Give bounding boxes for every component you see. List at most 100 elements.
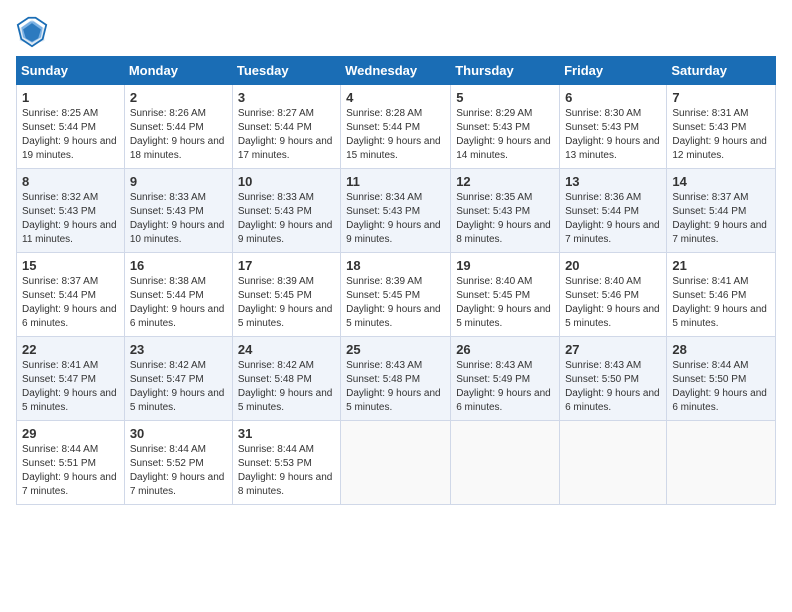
calendar-cell: 25Sunrise: 8:43 AMSunset: 5:48 PMDayligh…: [341, 337, 451, 421]
day-number: 29: [22, 426, 119, 441]
day-detail: Sunrise: 8:32 AMSunset: 5:43 PMDaylight:…: [22, 191, 119, 247]
day-number: 14: [672, 174, 770, 189]
day-detail: Sunrise: 8:36 AMSunset: 5:44 PMDaylight:…: [565, 191, 661, 247]
day-number: 11: [346, 174, 445, 189]
day-number: 9: [130, 174, 227, 189]
calendar-cell: 11 Sunrise: 8:34 AMSunset: 5:43 PMDayligh…: [341, 169, 451, 253]
calendar-cell: 29 Sunrise: 8:44 AMSunset: 5:51 PMDayligh…: [17, 421, 125, 505]
calendar-cell: 8 Sunrise: 8:32 AMSunset: 5:43 PMDaylight…: [17, 169, 125, 253]
day-detail: Sunrise: 8:35 AMSunset: 5:43 PMDaylight:…: [456, 191, 554, 247]
day-detail: Sunrise: 8:37 AMSunset: 5:44 PMDaylight:…: [22, 275, 119, 331]
calendar-cell: 5 Sunrise: 8:29 AMSunset: 5:43 PMDaylight…: [451, 85, 560, 169]
day-detail: Sunrise: 8:34 AMSunset: 5:43 PMDaylight:…: [346, 191, 445, 247]
day-detail: Sunrise: 8:37 AMSunset: 5:44 PMDaylight:…: [672, 191, 770, 247]
day-number: 3: [238, 90, 335, 105]
day-detail: Sunrise: 8:42 AMSunset: 5:48 PMDaylight:…: [238, 359, 335, 415]
day-number: 8: [22, 174, 119, 189]
calendar-cell: 21Sunrise: 8:41 AMSunset: 5:46 PMDayligh…: [667, 253, 776, 337]
day-detail: Sunrise: 8:41 AMSunset: 5:47 PMDaylight:…: [22, 359, 119, 415]
day-detail: Sunrise: 8:31 AMSunset: 5:43 PMDaylight:…: [672, 107, 770, 163]
day-number: 5: [456, 90, 554, 105]
day-detail: Sunrise: 8:44 AMSunset: 5:52 PMDaylight:…: [130, 443, 227, 499]
calendar-cell: 9 Sunrise: 8:33 AMSunset: 5:43 PMDaylight…: [124, 169, 232, 253]
calendar-cell: 23 Sunrise: 8:42 AMSunset: 5:47 PMDayligh…: [124, 337, 232, 421]
calendar-table: SundayMondayTuesdayWednesdayThursdayFrid…: [16, 56, 776, 505]
day-number: 31: [238, 426, 335, 441]
calendar-cell: 30 Sunrise: 8:44 AMSunset: 5:52 PMDayligh…: [124, 421, 232, 505]
calendar-cell: 18 Sunrise: 8:39 AMSunset: 5:45 PMDayligh…: [341, 253, 451, 337]
calendar-week-row: 15 Sunrise: 8:37 AMSunset: 5:44 PMDayligh…: [17, 253, 776, 337]
day-header-wednesday: Wednesday: [341, 57, 451, 85]
calendar-cell: 15 Sunrise: 8:37 AMSunset: 5:44 PMDayligh…: [17, 253, 125, 337]
day-detail: Sunrise: 8:40 AMSunset: 5:45 PMDaylight:…: [456, 275, 554, 331]
calendar-cell: 4 Sunrise: 8:28 AMSunset: 5:44 PMDaylight…: [341, 85, 451, 169]
day-number: 30: [130, 426, 227, 441]
day-number: 10: [238, 174, 335, 189]
day-number: 15: [22, 258, 119, 273]
day-detail: Sunrise: 8:28 AMSunset: 5:44 PMDaylight:…: [346, 107, 445, 163]
day-number: 21: [672, 258, 770, 273]
day-detail: Sunrise: 8:26 AMSunset: 5:44 PMDaylight:…: [130, 107, 227, 163]
calendar-cell: 13 Sunrise: 8:36 AMSunset: 5:44 PMDayligh…: [560, 169, 667, 253]
day-detail: Sunrise: 8:30 AMSunset: 5:43 PMDaylight:…: [565, 107, 661, 163]
day-header-sunday: Sunday: [17, 57, 125, 85]
day-detail: Sunrise: 8:39 AMSunset: 5:45 PMDaylight:…: [238, 275, 335, 331]
day-detail: Sunrise: 8:38 AMSunset: 5:44 PMDaylight:…: [130, 275, 227, 331]
logo: [16, 16, 52, 48]
day-number: 13: [565, 174, 661, 189]
calendar-week-row: 8 Sunrise: 8:32 AMSunset: 5:43 PMDaylight…: [17, 169, 776, 253]
calendar-cell: 17 Sunrise: 8:39 AMSunset: 5:45 PMDayligh…: [232, 253, 340, 337]
day-detail: Sunrise: 8:33 AMSunset: 5:43 PMDaylight:…: [130, 191, 227, 247]
day-detail: Sunrise: 8:44 AMSunset: 5:51 PMDaylight:…: [22, 443, 119, 499]
day-header-friday: Friday: [560, 57, 667, 85]
calendar-cell: [667, 421, 776, 505]
day-number: 18: [346, 258, 445, 273]
day-number: 25: [346, 342, 445, 357]
day-number: 20: [565, 258, 661, 273]
day-number: 17: [238, 258, 335, 273]
day-detail: Sunrise: 8:44 AMSunset: 5:53 PMDaylight:…: [238, 443, 335, 499]
day-number: 26: [456, 342, 554, 357]
calendar-cell: 1Sunrise: 8:25 AMSunset: 5:44 PMDaylight…: [17, 85, 125, 169]
day-detail: Sunrise: 8:33 AMSunset: 5:43 PMDaylight:…: [238, 191, 335, 247]
calendar-week-row: 29 Sunrise: 8:44 AMSunset: 5:51 PMDayligh…: [17, 421, 776, 505]
page-header: [16, 16, 776, 48]
day-detail: Sunrise: 8:43 AMSunset: 5:50 PMDaylight:…: [565, 359, 661, 415]
day-detail: Sunrise: 8:43 AMSunset: 5:49 PMDaylight:…: [456, 359, 554, 415]
day-detail: Sunrise: 8:29 AMSunset: 5:43 PMDaylight:…: [456, 107, 554, 163]
day-header-thursday: Thursday: [451, 57, 560, 85]
calendar-cell: [451, 421, 560, 505]
calendar-cell: 24 Sunrise: 8:42 AMSunset: 5:48 PMDayligh…: [232, 337, 340, 421]
calendar-cell: 3 Sunrise: 8:27 AMSunset: 5:44 PMDaylight…: [232, 85, 340, 169]
day-number: 27: [565, 342, 661, 357]
day-number: 22: [22, 342, 119, 357]
calendar-cell: 12 Sunrise: 8:35 AMSunset: 5:43 PMDayligh…: [451, 169, 560, 253]
day-number: 16: [130, 258, 227, 273]
day-number: 4: [346, 90, 445, 105]
day-detail: Sunrise: 8:39 AMSunset: 5:45 PMDaylight:…: [346, 275, 445, 331]
calendar-cell: [341, 421, 451, 505]
day-detail: Sunrise: 8:27 AMSunset: 5:44 PMDaylight:…: [238, 107, 335, 163]
day-detail: Sunrise: 8:42 AMSunset: 5:47 PMDaylight:…: [130, 359, 227, 415]
calendar-cell: 7 Sunrise: 8:31 AMSunset: 5:43 PMDaylight…: [667, 85, 776, 169]
calendar-cell: 6 Sunrise: 8:30 AMSunset: 5:43 PMDaylight…: [560, 85, 667, 169]
day-header-saturday: Saturday: [667, 57, 776, 85]
day-header-tuesday: Tuesday: [232, 57, 340, 85]
day-detail: Sunrise: 8:40 AMSunset: 5:46 PMDaylight:…: [565, 275, 661, 331]
day-detail: Sunrise: 8:25 AMSunset: 5:44 PMDaylight:…: [22, 107, 119, 163]
logo-icon: [16, 16, 48, 48]
day-number: 2: [130, 90, 227, 105]
day-number: 24: [238, 342, 335, 357]
day-number: 23: [130, 342, 227, 357]
calendar-cell: [560, 421, 667, 505]
calendar-cell: 31 Sunrise: 8:44 AMSunset: 5:53 PMDayligh…: [232, 421, 340, 505]
calendar-cell: 16 Sunrise: 8:38 AMSunset: 5:44 PMDayligh…: [124, 253, 232, 337]
calendar-week-row: 22 Sunrise: 8:41 AMSunset: 5:47 PMDayligh…: [17, 337, 776, 421]
day-number: 7: [672, 90, 770, 105]
day-number: 12: [456, 174, 554, 189]
day-number: 6: [565, 90, 661, 105]
calendar-cell: 26 Sunrise: 8:43 AMSunset: 5:49 PMDayligh…: [451, 337, 560, 421]
day-header-monday: Monday: [124, 57, 232, 85]
calendar-cell: 22 Sunrise: 8:41 AMSunset: 5:47 PMDayligh…: [17, 337, 125, 421]
day-number: 28: [672, 342, 770, 357]
